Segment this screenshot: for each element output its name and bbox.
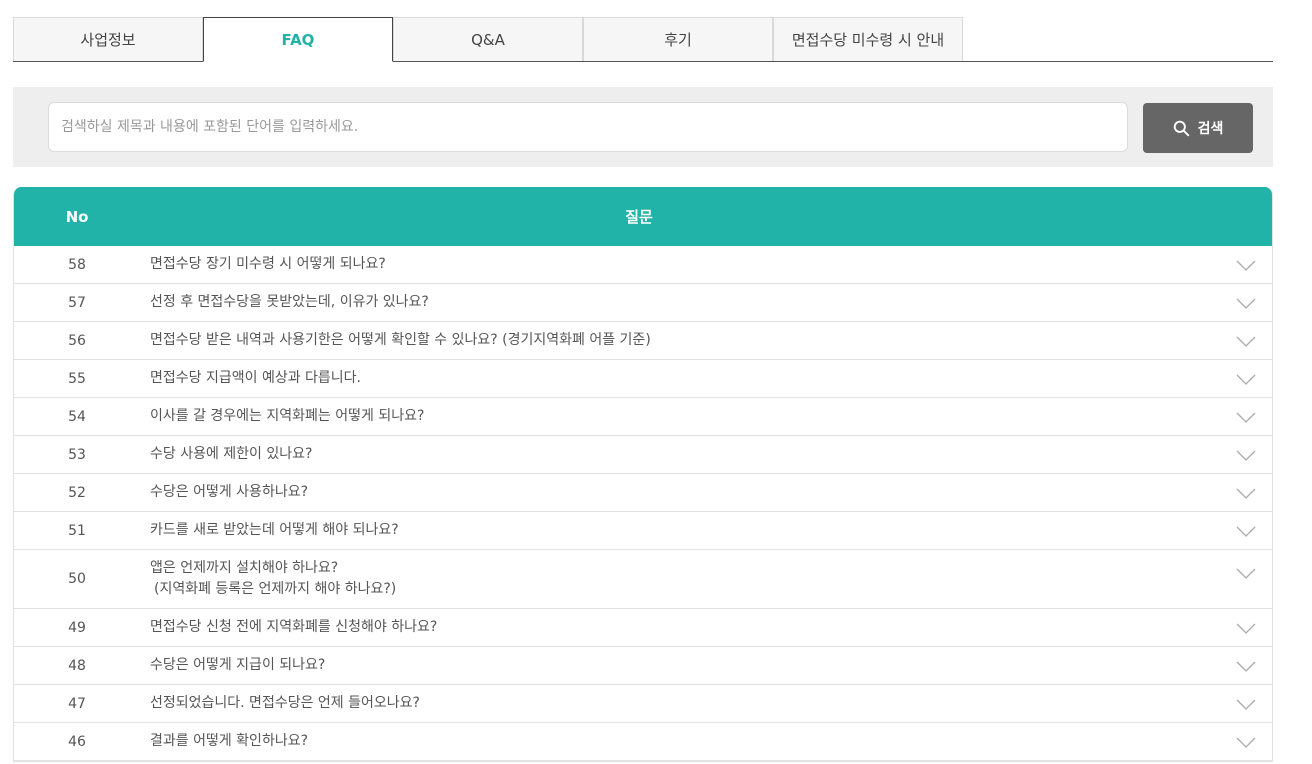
- faq-number: 46: [68, 733, 86, 750]
- faq-list: 58 면접수당 장기 미수령 시 어떻게 되나요? 57 선정 후 면접수당을 못받았…: [14, 246, 1272, 761]
- chevron-down-icon[interactable]: [1236, 699, 1256, 711]
- faq-row[interactable]: 57 선정 후 면접수당을 못받았는데, 이유가 있나요?: [14, 284, 1272, 322]
- faq-number: 53: [68, 446, 86, 463]
- faq-question: 수당은 어떻게 지급이 되나요?: [140, 655, 1272, 676]
- faq-question: 면접수당 장기 미수령 시 어떻게 되나요?: [140, 254, 1272, 275]
- search-button[interactable]: 검색: [1143, 103, 1253, 153]
- chevron-down-icon[interactable]: [1236, 661, 1256, 673]
- faq-question: 면접수당 받은 내역과 사용기한은 어떻게 확인할 수 있나요? (경기지역화폐…: [140, 330, 1272, 351]
- faq-number: 47: [68, 695, 86, 712]
- faq-question: 수당은 어떻게 사용하나요?: [140, 482, 1272, 503]
- faq-question-text: 결과를 어떻게 확인하나요?: [150, 733, 309, 749]
- faq-question-text: 면접수당 받은 내역과 사용기한은 어떻게 확인할 수 있나요? (경기지역화폐…: [150, 332, 651, 348]
- faq-row[interactable]: 50 앱은 언제까지 설치해야 하나요? (지역화폐 등록은 언제까지 해야 하나요…: [14, 550, 1272, 609]
- faq-row[interactable]: 53 수당 사용에 제한이 있나요?: [14, 436, 1272, 474]
- faq-question-text: 면접수당 신청 전에 지역화폐를 신청해야 하나요?: [150, 619, 438, 635]
- faq-row[interactable]: 46 결과를 어떻게 확인하나요?: [14, 723, 1272, 761]
- faq-number: 58: [68, 256, 86, 273]
- search-input[interactable]: [48, 102, 1128, 152]
- faq-row[interactable]: 51 카드를 새로 받았는데 어떻게 해야 되나요?: [14, 512, 1272, 550]
- chevron-down-icon[interactable]: [1236, 336, 1256, 348]
- faq-question-text: 이사를 갈 경우에는 지역화폐는 어떻게 되나요?: [150, 408, 425, 424]
- tab-qna[interactable]: Q&A: [393, 17, 583, 61]
- chevron-down-icon[interactable]: [1236, 526, 1256, 538]
- chevron-down-icon[interactable]: [1236, 374, 1256, 386]
- tab-reviews[interactable]: 후기: [583, 17, 773, 61]
- tab-business-info[interactable]: 사업정보: [13, 17, 203, 61]
- faq-number: 52: [68, 484, 86, 501]
- faq-row[interactable]: 52 수당은 어떻게 사용하나요?: [14, 474, 1272, 512]
- faq-number: 48: [68, 657, 86, 674]
- header-no: No: [65, 207, 89, 226]
- faq-row[interactable]: 49 면접수당 신청 전에 지역화폐를 신청해야 하나요?: [14, 609, 1272, 647]
- chevron-down-icon[interactable]: [1236, 488, 1256, 500]
- faq-row[interactable]: 47 선정되었습니다. 면접수당은 언제 들어오나요?: [14, 685, 1272, 723]
- faq-number: 54: [68, 408, 86, 425]
- header-question: 질문: [625, 208, 653, 226]
- faq-question-text: 면접수당 지급액이 예상과 다릅니다.: [150, 370, 361, 386]
- search-icon: [1173, 120, 1189, 136]
- faq-question-text: 면접수당 장기 미수령 시 어떻게 되나요?: [150, 256, 386, 272]
- chevron-down-icon[interactable]: [1236, 737, 1256, 749]
- faq-number: 55: [68, 370, 86, 387]
- tab-unclaimed-allowance-guide[interactable]: 면접수당 미수령 시 안내: [773, 17, 963, 61]
- faq-question-subtext: (지역화폐 등록은 언제까지 해야 하나요?): [154, 581, 397, 597]
- search-panel: 검색: [13, 87, 1273, 167]
- faq-question: 선정되었습니다. 면접수당은 언제 들어오나요?: [140, 693, 1272, 714]
- chevron-down-icon[interactable]: [1236, 260, 1256, 272]
- faq-question: 앱은 언제까지 설치해야 하나요? (지역화폐 등록은 언제까지 해야 하나요?): [140, 558, 1272, 600]
- table-header: No 질문: [14, 187, 1272, 246]
- faq-question-text: 선정 후 면접수당을 못받았는데, 이유가 있나요?: [150, 294, 429, 310]
- chevron-down-icon[interactable]: [1236, 412, 1256, 424]
- tab-faq[interactable]: FAQ: [203, 17, 393, 62]
- faq-number: 50: [68, 571, 86, 587]
- faq-question-text: 수당 사용에 제한이 있나요?: [150, 446, 313, 462]
- faq-question: 이사를 갈 경우에는 지역화폐는 어떻게 되나요?: [140, 406, 1272, 427]
- faq-number: 56: [68, 332, 86, 349]
- chevron-down-icon[interactable]: [1236, 298, 1256, 310]
- faq-row[interactable]: 55 면접수당 지급액이 예상과 다릅니다.: [14, 360, 1272, 398]
- faq-row[interactable]: 58 면접수당 장기 미수령 시 어떻게 되나요?: [14, 246, 1272, 284]
- faq-number: 49: [68, 619, 86, 636]
- faq-question: 면접수당 지급액이 예상과 다릅니다.: [140, 368, 1272, 389]
- faq-row[interactable]: 54 이사를 갈 경우에는 지역화폐는 어떻게 되나요?: [14, 398, 1272, 436]
- faq-question: 수당 사용에 제한이 있나요?: [140, 444, 1272, 465]
- faq-question: 결과를 어떻게 확인하나요?: [140, 731, 1272, 752]
- faq-question-text: 수당은 어떻게 사용하나요?: [150, 484, 309, 500]
- faq-row[interactable]: 56 면접수당 받은 내역과 사용기한은 어떻게 확인할 수 있나요? (경기지역…: [14, 322, 1272, 360]
- faq-question: 카드를 새로 받았는데 어떻게 해야 되나요?: [140, 520, 1272, 541]
- faq-question: 면접수당 신청 전에 지역화폐를 신청해야 하나요?: [140, 617, 1272, 638]
- faq-number: 51: [68, 522, 86, 539]
- faq-row[interactable]: 48 수당은 어떻게 지급이 되나요?: [14, 647, 1272, 685]
- faq-number: 57: [68, 294, 86, 311]
- chevron-down-icon[interactable]: [1236, 450, 1256, 462]
- chevron-down-icon[interactable]: [1236, 623, 1256, 635]
- faq-question-text: 선정되었습니다. 면접수당은 언제 들어오나요?: [150, 695, 420, 711]
- faq-question-text: 수당은 어떻게 지급이 되나요?: [150, 657, 326, 673]
- search-button-label: 검색: [1197, 121, 1224, 137]
- faq-question: 선정 후 면접수당을 못받았는데, 이유가 있나요?: [140, 292, 1272, 313]
- tab-bar: 사업정보 FAQ Q&A 후기 면접수당 미수령 시 안내: [13, 17, 1273, 62]
- faq-question-text: 카드를 새로 받았는데 어떻게 해야 되나요?: [150, 522, 399, 538]
- chevron-down-icon[interactable]: [1236, 568, 1256, 580]
- faq-table: No 질문 58 면접수당 장기 미수령 시 어떻게 되나요? 57 선정 후 면접수…: [13, 187, 1273, 762]
- faq-question-text: 앱은 언제까지 설치해야 하나요?: [150, 560, 339, 576]
